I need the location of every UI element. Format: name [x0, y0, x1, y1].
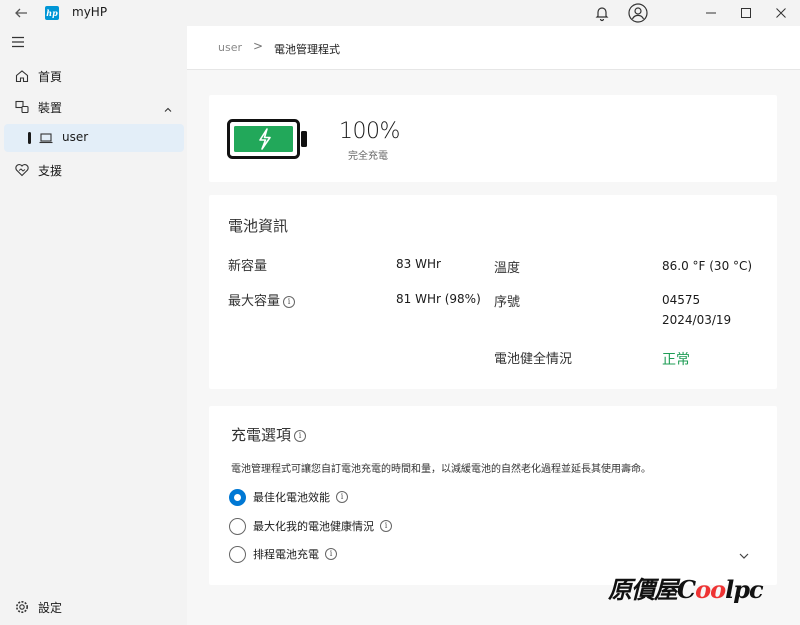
devices-icon [14, 99, 30, 115]
hp-logo-icon: hp [45, 6, 59, 20]
option-label: 排程電池充電 [253, 548, 319, 561]
serial-value: 04575 [662, 293, 701, 307]
hamburger-menu-icon[interactable] [10, 34, 26, 50]
selection-indicator [28, 132, 31, 144]
title-bar: hp myHP [0, 0, 800, 26]
breadcrumb-current: 電池管理程式 [274, 43, 340, 56]
app-title: myHP [72, 5, 108, 19]
sidebar-item-settings[interactable]: 設定 [4, 593, 184, 621]
sidebar-item-label: 首頁 [38, 70, 63, 84]
info-icon[interactable]: i [380, 520, 392, 532]
breadcrumb: user > 電池管理程式 [187, 26, 800, 70]
info-icon[interactable]: i [283, 295, 296, 308]
charging-options-title: 充電選項 [231, 426, 292, 444]
watermark-suffix: lpc [725, 575, 764, 604]
laptop-icon [38, 130, 54, 146]
sidebar-item-user[interactable]: user [4, 124, 184, 152]
new-capacity-value: 83 WHr [396, 257, 441, 271]
chevron-down-icon[interactable] [737, 548, 751, 562]
sidebar-item-devices[interactable]: 裝置 [4, 93, 184, 121]
max-capacity-label: 最大容量 [228, 294, 281, 309]
radio-unselected[interactable] [229, 517, 246, 535]
battery-status-card: 100% 完全充電 [209, 95, 777, 182]
temperature-value: 86.0 °F (30 °C) [662, 259, 753, 273]
info-icon[interactable]: i [325, 548, 337, 560]
temperature-label: 溫度 [494, 261, 521, 276]
bell-icon[interactable] [592, 3, 612, 23]
option-optimize-performance[interactable]: 最佳化電池效能 i [229, 487, 348, 507]
sidebar-item-label: 支援 [38, 164, 63, 178]
gear-icon [14, 599, 30, 615]
sidebar-item-label: 設定 [38, 601, 63, 615]
option-schedule-charging[interactable]: 排程電池充電 i [229, 544, 337, 564]
charging-options-title-row: 充電選項 i [231, 424, 307, 445]
max-capacity-label-row: 最大容量 i [228, 290, 296, 309]
health-value: 正常 [662, 352, 690, 368]
coolpc-watermark: 原價屋Coolpc [608, 570, 764, 605]
option-maximize-health[interactable]: 最大化我的電池健康情況 i [229, 516, 392, 536]
sidebar-item-home[interactable]: 首頁 [4, 62, 184, 90]
health-label: 電池健全情況 [494, 352, 573, 367]
breadcrumb-parent[interactable]: user [218, 41, 242, 54]
charging-options-description: 電池管理程式可讓您自訂電池充電的時間和量，以減緩電池的自然老化過程並延長其使用壽… [231, 464, 651, 475]
serial-date: 2024/03/19 [662, 313, 732, 327]
minimize-icon[interactable] [700, 2, 722, 24]
battery-status-text: 完全充電 [348, 151, 388, 162]
radio-unselected[interactable] [229, 545, 246, 563]
charging-options-card: 充電選項 i 電池管理程式可讓您自訂電池充電的時間和量，以減緩電池的自然老化過程並… [209, 406, 777, 585]
battery-percent: 100% [339, 119, 400, 144]
breadcrumb-separator: > [253, 39, 264, 53]
main-content: user > 電池管理程式 100% 完全充電 電池資訊 新容量 83 WHr … [187, 26, 800, 625]
account-icon[interactable] [627, 2, 649, 24]
sidebar-item-label: 裝置 [38, 101, 63, 115]
watermark-prefix: 原價屋 [608, 575, 678, 604]
option-label: 最大化我的電池健康情況 [253, 520, 374, 533]
option-label: 最佳化電池效能 [253, 491, 330, 504]
watermark-loop: oo [695, 575, 726, 604]
info-icon[interactable]: i [294, 429, 307, 442]
sidebar-item-label: user [62, 130, 89, 144]
maximize-icon[interactable] [735, 2, 757, 24]
close-icon[interactable] [770, 2, 792, 24]
sidebar-item-support[interactable]: 支援 [4, 156, 184, 184]
home-icon [14, 68, 30, 84]
info-icon[interactable]: i [336, 491, 348, 503]
max-capacity-value: 81 WHr (98%) [396, 292, 481, 306]
battery-info-title: 電池資訊 [228, 217, 289, 235]
serial-label: 序號 [494, 295, 521, 310]
battery-charging-icon [227, 119, 309, 159]
battery-info-card: 電池資訊 新容量 83 WHr 最大容量 i 81 WHr (98%) 溫度 86… [209, 195, 777, 389]
back-arrow-icon[interactable] [12, 4, 30, 22]
watermark-c: C [677, 575, 696, 604]
support-icon [14, 162, 30, 178]
chevron-up-icon[interactable] [162, 101, 174, 113]
radio-selected[interactable] [229, 488, 246, 506]
sidebar: 首頁 裝置 user 支援 設定 [0, 26, 187, 625]
new-capacity-label: 新容量 [228, 259, 268, 274]
